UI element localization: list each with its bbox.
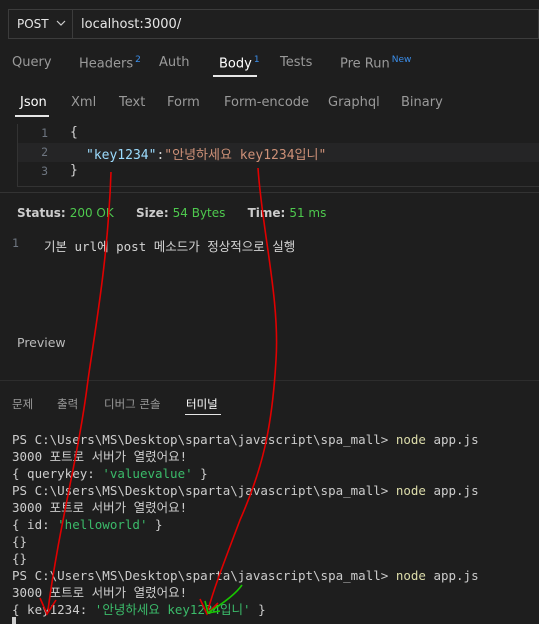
response-text: 기본 url에 post 메소드가 정상적으로 실행	[44, 239, 296, 254]
code-line-1: {	[70, 125, 78, 140]
request-tabs: Query Headers 2 Auth Body 1 Tests Pre Run N…	[0, 50, 539, 78]
terminal-line: 3000 포트로 서버가 열렸어요!	[12, 449, 188, 464]
terminal-line: { querykey: 'valuevalue' }	[12, 466, 208, 481]
status-value: 200 OK	[69, 206, 114, 220]
terminal-line: { key1234: '안녕하세요 key1234입니' }	[12, 602, 266, 617]
tab-terminal[interactable]: 터미널	[186, 396, 218, 412]
response-status-bar: Status: 200 OK Size: 54 Bytes Time: 51 ms	[17, 206, 344, 220]
active-body-tab-indicator	[15, 115, 49, 117]
active-panel-tab-indicator	[185, 414, 221, 415]
json-body-editor[interactable]: 1 2 3 { "key1234":"안녕하세요 key1234입니" }	[17, 124, 539, 187]
body-count-badge: 1	[253, 55, 260, 65]
terminal-line: PS C:\Users\MS\Desktop\sparta\javascript…	[12, 483, 479, 498]
line-number: 1	[12, 236, 19, 250]
code-line-3: }	[70, 163, 78, 178]
headers-count-badge: 2	[135, 55, 141, 65]
tab-output[interactable]: 출력	[57, 396, 78, 412]
json-key: "key1234"	[86, 148, 157, 163]
terminal-line: 3000 포트로 서버가 열렸어요!	[12, 500, 188, 515]
tab-json[interactable]: Json	[20, 95, 47, 110]
line-number: 3	[41, 164, 48, 178]
new-badge: New	[391, 55, 412, 65]
size-label: Size:	[135, 206, 169, 220]
panel-tabs: 문제 출력 디버그 콘솔 터미널	[0, 394, 539, 418]
tab-query[interactable]: Query	[12, 55, 52, 70]
terminal-output[interactable]: PS C:\Users\MS\Desktop\sparta\javascript…	[12, 431, 539, 618]
code-line-2: "key1234":"안녕하세요 key1234입니"	[86, 144, 326, 163]
tab-problems[interactable]: 문제	[12, 396, 33, 412]
time-value: 51 ms	[289, 206, 327, 220]
tab-form[interactable]: Form	[167, 95, 200, 110]
divider	[0, 192, 539, 193]
active-tab-indicator	[213, 75, 257, 77]
tab-auth[interactable]: Auth	[159, 55, 189, 70]
time-label: Time:	[247, 206, 286, 220]
tab-xml[interactable]: Xml	[71, 95, 96, 110]
tab-form-encode[interactable]: Form-encode	[224, 95, 309, 110]
tab-text[interactable]: Text	[119, 95, 145, 110]
method-select[interactable]: POST	[8, 9, 72, 39]
status-label: Status:	[17, 206, 66, 220]
terminal-line: {}	[12, 551, 28, 566]
url-input[interactable]: localhost:3000/	[72, 9, 539, 39]
terminal-line: PS C:\Users\MS\Desktop\sparta\javascript…	[12, 568, 479, 583]
terminal-line: {}	[12, 534, 28, 549]
request-bar: POST localhost:3000/	[0, 0, 539, 48]
tab-body[interactable]: Body 1	[219, 55, 260, 71]
terminal-line: 3000 포트로 서버가 열렸어요!	[12, 585, 188, 600]
tab-pre-run[interactable]: Pre Run New	[340, 55, 411, 71]
terminal-line: { id: 'helloworld' }	[12, 517, 163, 532]
tab-debug-console[interactable]: 디버그 콘솔	[104, 396, 161, 412]
line-number: 1	[41, 126, 48, 140]
url-text: localhost:3000/	[81, 16, 182, 32]
tab-headers[interactable]: Headers 2	[79, 55, 141, 71]
chevron-down-icon	[56, 20, 66, 26]
preview-label[interactable]: Preview	[17, 335, 66, 350]
tab-graphql[interactable]: Graphql	[328, 95, 380, 110]
line-number: 2	[41, 145, 48, 159]
body-tabs: Json Xml Text Form Form-encode Graphql B…	[0, 90, 539, 118]
terminal-line: PS C:\Users\MS\Desktop\sparta\javascript…	[12, 432, 479, 447]
size-value: 54 Bytes	[172, 206, 226, 220]
panel-divider	[0, 380, 539, 381]
method-label: POST	[17, 17, 49, 31]
json-value: "안녕하세요 key1234입니"	[164, 148, 327, 163]
terminal-cursor	[12, 617, 16, 624]
tab-tests[interactable]: Tests	[280, 55, 312, 70]
tab-binary[interactable]: Binary	[401, 95, 443, 110]
